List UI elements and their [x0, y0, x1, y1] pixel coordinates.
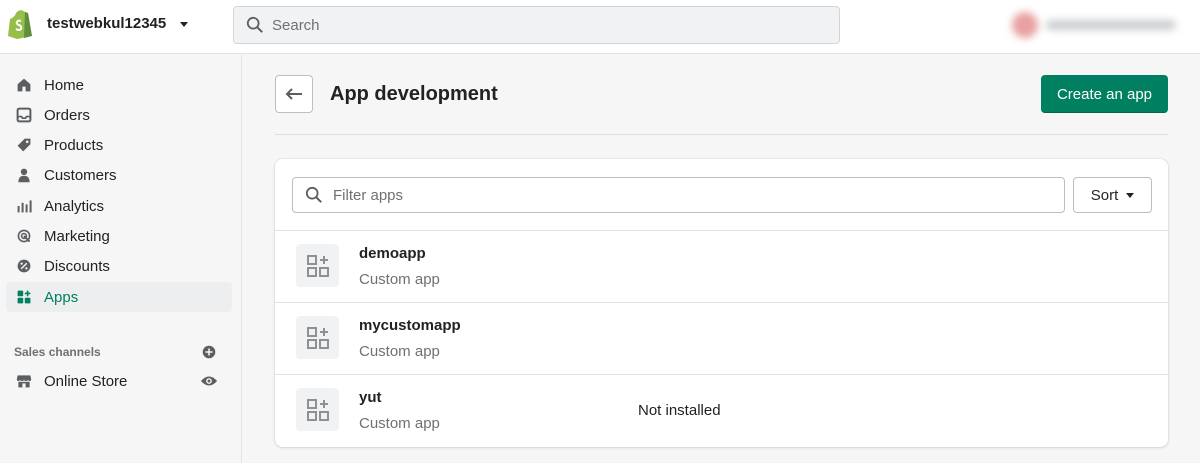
app-type: Custom app — [359, 343, 440, 360]
sidebar-item-analytics[interactable]: Analytics — [6, 191, 232, 221]
sidebar-item-label: Online Store — [44, 372, 128, 390]
sidebar-item-label: Apps — [44, 288, 79, 306]
eye-icon[interactable] — [200, 374, 218, 388]
app-status: Not installed — [638, 402, 721, 419]
app-placeholder-icon — [296, 316, 339, 359]
page-title: App development — [330, 83, 498, 105]
store-icon — [14, 371, 34, 391]
back-button[interactable] — [275, 75, 313, 113]
apps-icon — [14, 287, 34, 307]
search-icon — [246, 16, 263, 33]
sidebar-item-orders[interactable]: Orders — [6, 100, 232, 130]
search-placeholder: Search — [272, 16, 320, 34]
shopify-logo-icon[interactable] — [6, 9, 34, 39]
arrow-left-icon — [285, 88, 302, 100]
sidebar-item-label: Orders — [44, 106, 90, 124]
store-switcher[interactable]: testwebkul12345 — [47, 15, 189, 32]
top-bar: testwebkul12345 Search — [0, 0, 1200, 54]
store-name: testwebkul12345 — [47, 15, 167, 32]
tag-icon — [14, 135, 34, 155]
app-name[interactable]: demoapp — [359, 245, 426, 262]
caret-down-icon — [1126, 192, 1135, 198]
sidebar-item-label: Discounts — [44, 257, 110, 275]
sidebar-item-label: Products — [44, 136, 104, 154]
create-app-button[interactable]: Create an app — [1041, 75, 1168, 113]
app-row[interactable]: mycustomapp Custom app — [275, 302, 1168, 374]
app-row[interactable]: demoapp Custom app — [275, 230, 1168, 302]
inbox-icon — [14, 105, 34, 125]
account-menu[interactable] — [1012, 12, 1192, 38]
app-type: Custom app — [359, 271, 440, 288]
sidebar-item-label: Home — [44, 76, 85, 94]
sidebar-item-label: Analytics — [44, 197, 105, 215]
sidebar-item-marketing[interactable]: Marketing — [6, 221, 232, 251]
add-circle-icon[interactable] — [202, 345, 216, 359]
person-icon — [14, 165, 34, 185]
caret-down-icon — [180, 22, 189, 27]
apps-card: Filter apps Sort demoapp Custom app mycu… — [275, 159, 1168, 447]
sort-label: Sort — [1090, 186, 1119, 204]
app-name[interactable]: mycustomapp — [359, 317, 461, 334]
account-name-blurred — [1046, 20, 1176, 30]
filter-apps-input[interactable]: Filter apps — [292, 177, 1065, 213]
target-icon — [14, 226, 34, 246]
app-placeholder-icon — [296, 388, 339, 431]
divider — [275, 134, 1168, 135]
sidebar-item-products[interactable]: Products — [6, 130, 232, 160]
sidebar-item-online-store[interactable]: Online Store — [6, 366, 232, 396]
sort-button[interactable]: Sort — [1073, 177, 1152, 213]
sidebar-item-discounts[interactable]: Discounts — [6, 251, 232, 281]
home-icon — [14, 75, 34, 95]
app-name[interactable]: yut — [359, 389, 382, 406]
app-row[interactable]: yut Custom app Not installed — [275, 374, 1168, 446]
search-bar[interactable]: Search — [233, 6, 840, 44]
filter-placeholder: Filter apps — [333, 186, 404, 204]
sidebar-item-home[interactable]: Home — [6, 70, 232, 100]
sidebar-item-customers[interactable]: Customers — [6, 160, 232, 190]
sidebar: Home Orders Products Customers Analytics… — [0, 55, 242, 463]
app-placeholder-icon — [296, 244, 339, 287]
discount-icon — [14, 256, 34, 276]
main-content: App development Create an app Filter app… — [243, 55, 1200, 463]
search-icon — [305, 186, 322, 203]
sidebar-item-label: Customers — [44, 166, 117, 184]
sales-channels-heading: Sales channels — [14, 345, 101, 359]
sidebar-item-apps[interactable]: Apps — [6, 282, 232, 312]
bar-chart-icon — [14, 196, 34, 216]
avatar — [1012, 12, 1038, 38]
sidebar-item-label: Marketing — [44, 227, 110, 245]
app-type: Custom app — [359, 415, 440, 432]
